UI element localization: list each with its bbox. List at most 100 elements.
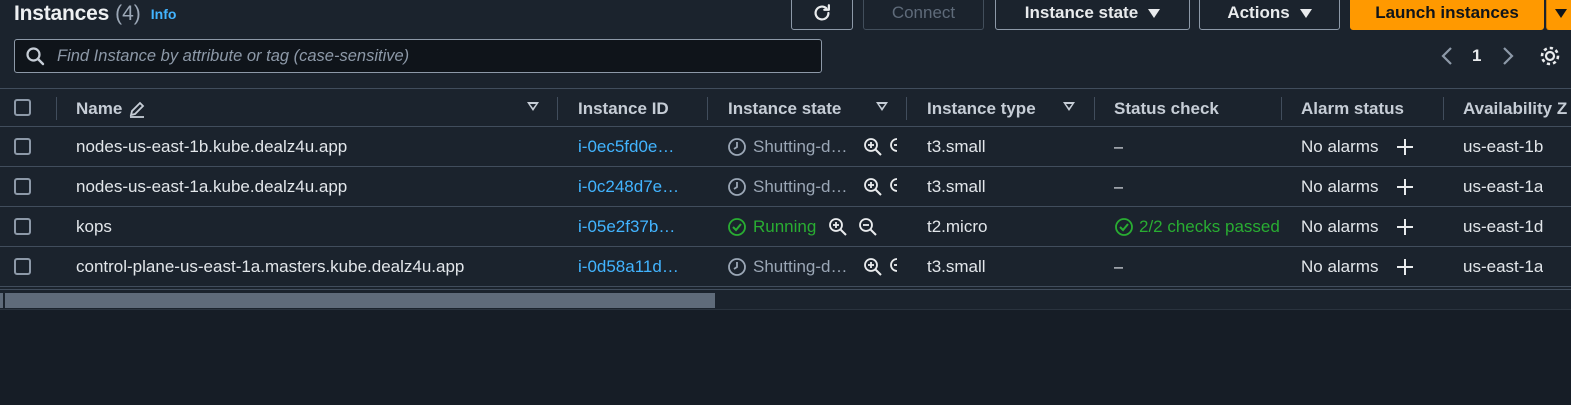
zoom-out-icon[interactable] (858, 217, 878, 237)
instance-state: Running (727, 207, 907, 247)
check-circle-icon (1114, 217, 1134, 237)
plus-icon[interactable] (1396, 178, 1414, 196)
instance-name: kops (76, 217, 112, 236)
search-placeholder: Find Instance by attribute or tag (case-… (57, 46, 410, 65)
column-header-availability-zone[interactable]: Availability Z (1463, 89, 1567, 128)
instance-name: nodes-us-east-1a.kube.dealz4u.app (76, 177, 348, 196)
column-label: Availability Z (1463, 98, 1568, 118)
zoom-in-icon[interactable] (863, 257, 883, 277)
pagination: 1 (1438, 40, 1561, 72)
availability-zone: us-east-1b (1463, 137, 1544, 156)
instance-count: (4) (115, 2, 141, 25)
instance-state: Shutting-d… (727, 167, 907, 207)
column-header-status-check[interactable]: Status check (1114, 89, 1219, 128)
launch-dropdown-button[interactable] (1546, 0, 1571, 30)
instance-id-link[interactable]: i-0ec5fd0e… (578, 127, 690, 167)
clock-icon (727, 257, 747, 277)
zoom-in-icon[interactable] (828, 217, 848, 237)
availability-zone: us-east-1a (1463, 177, 1544, 196)
instance-name: nodes-us-east-1b.kube.dealz4u.app (76, 137, 348, 156)
row-checkbox[interactable] (14, 258, 31, 275)
instance-state-button[interactable]: Instance state (995, 0, 1190, 30)
column-divider (1281, 97, 1282, 120)
actions-button[interactable]: Actions (1199, 0, 1340, 30)
chevron-left-icon[interactable] (1438, 45, 1456, 67)
divider (0, 309, 1571, 310)
status-check-label: 2/2 checks passed (1139, 217, 1280, 236)
zoom-in-icon[interactable] (863, 137, 883, 157)
zoom-out-icon[interactable] (889, 137, 897, 157)
instance-name: control-plane-us-east-1a.masters.kube.de… (76, 257, 465, 276)
instance-state-label: Instance state (1024, 3, 1139, 22)
instance-type: t3.small (927, 257, 986, 276)
instance-type: t3.small (927, 137, 986, 156)
clock-icon (727, 137, 747, 157)
table-row[interactable]: control-plane-us-east-1a.masters.kube.de… (0, 247, 1571, 287)
alarm-label: No alarms (1301, 137, 1379, 156)
row-checkbox[interactable] (14, 218, 31, 235)
column-header-instance-state[interactable]: Instance state (728, 89, 841, 128)
edit-icon (128, 100, 146, 118)
column-header-instance-id[interactable]: Instance ID (578, 89, 669, 128)
launch-label: Launch instances (1375, 3, 1519, 22)
plus-icon[interactable] (1396, 258, 1414, 276)
chevron-right-icon[interactable] (1499, 45, 1517, 67)
table-row[interactable]: nodes-us-east-1b.kube.dealz4u.app i-0ec5… (0, 127, 1571, 167)
actions-label: Actions (1227, 3, 1290, 22)
check-circle-icon (727, 217, 747, 237)
column-divider (1094, 97, 1095, 120)
alarm-status: No alarms (1301, 207, 1414, 247)
instance-type: t2.micro (927, 217, 988, 236)
row-checkbox[interactable] (14, 178, 31, 195)
column-divider (56, 97, 57, 120)
column-label: Instance state (728, 98, 842, 118)
alarm-label: No alarms (1301, 217, 1379, 236)
horizontal-scrollbar[interactable] (0, 289, 1571, 309)
sort-icon[interactable] (876, 102, 888, 111)
state-label: Shutting-d… (753, 137, 848, 156)
instance-state: Shutting-d… (727, 247, 907, 287)
header: Instances (4) Info Connect Instance stat… (0, 0, 1571, 90)
scrollbar-edge (0, 293, 3, 308)
instance-id-link[interactable]: i-0c248d7e… (578, 167, 690, 207)
column-divider (906, 97, 907, 120)
scrollbar-thumb[interactable] (5, 293, 715, 308)
caret-down-icon (1555, 8, 1567, 18)
connect-label: Connect (891, 3, 956, 22)
column-header-instance-type[interactable]: Instance type (927, 89, 1036, 128)
connect-button[interactable]: Connect (863, 0, 984, 30)
instance-state: Shutting-d… (727, 127, 907, 167)
alarm-status: No alarms (1301, 127, 1414, 167)
gear-icon[interactable] (1539, 45, 1561, 67)
column-header-alarm-status[interactable]: Alarm status (1301, 89, 1404, 128)
table-row[interactable]: kops i-05e2f37b… Running t2.micro 2/2 ch… (0, 207, 1571, 247)
instance-id-link[interactable]: i-05e2f37b… (578, 207, 690, 247)
column-divider (1443, 97, 1444, 120)
search-input[interactable]: Find Instance by attribute or tag (case-… (14, 39, 822, 73)
status-check: 2/2 checks passed (1114, 207, 1282, 247)
status-check: – (1114, 257, 1124, 276)
caret-down-icon (1299, 8, 1312, 18)
sort-icon[interactable] (1063, 102, 1075, 111)
table-row[interactable]: nodes-us-east-1a.kube.dealz4u.app i-0c24… (0, 167, 1571, 207)
plus-icon[interactable] (1396, 138, 1414, 156)
row-checkbox[interactable] (14, 138, 31, 155)
caret-down-icon (1148, 8, 1161, 18)
column-label: Status check (1114, 98, 1219, 118)
zoom-out-icon[interactable] (889, 257, 897, 277)
refresh-button[interactable] (791, 0, 853, 30)
zoom-out-icon[interactable] (889, 177, 897, 197)
sort-icon[interactable] (527, 102, 539, 111)
info-link[interactable]: Info (151, 6, 177, 22)
select-all-checkbox[interactable] (14, 99, 31, 116)
page-number[interactable]: 1 (1472, 46, 1481, 66)
column-header-name[interactable]: Name (76, 89, 146, 128)
plus-icon[interactable] (1396, 218, 1414, 236)
state-label: Shutting-d… (753, 177, 848, 196)
table-header: Name Instance ID Instance state Instance… (0, 88, 1571, 127)
column-divider (707, 97, 708, 120)
instance-id-link[interactable]: i-0d58a11d… (578, 247, 690, 287)
availability-zone: us-east-1a (1463, 257, 1544, 276)
zoom-in-icon[interactable] (863, 177, 883, 197)
launch-instances-button[interactable]: Launch instances (1350, 0, 1544, 30)
